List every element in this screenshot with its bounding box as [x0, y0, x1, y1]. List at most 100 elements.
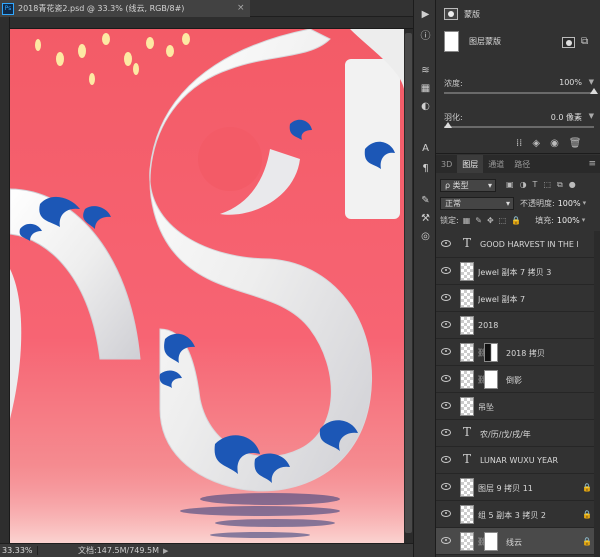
layer-thumbnail[interactable]: [460, 397, 474, 416]
filter-toggle-icon[interactable]: ●: [569, 180, 576, 190]
visibility-eye-icon[interactable]: [441, 429, 451, 436]
filter-pixel-icon[interactable]: ▣: [506, 180, 514, 190]
layer-thumbnail[interactable]: [460, 316, 474, 335]
layer-thumbnail[interactable]: [460, 343, 474, 362]
visibility-eye-icon[interactable]: [441, 267, 451, 274]
lock-row: 锁定: ▦ ✎ ✥ ⬚ 🔒 填充: 100% ▾: [440, 213, 598, 227]
layer-row[interactable]: Jewel 副本 7 拷贝 3: [436, 258, 600, 285]
visibility-eye-icon[interactable]: [441, 240, 451, 247]
zoom-level[interactable]: 33.33%: [0, 546, 38, 555]
adjust-icon[interactable]: ◐: [417, 98, 434, 115]
layer-row[interactable]: 图层 9 拷贝 11 🔒: [436, 474, 600, 501]
feather-value[interactable]: 0.0 像素: [551, 112, 582, 123]
layer-thumbnail[interactable]: [460, 532, 474, 551]
document-tab[interactable]: Ps 2018青花瓷2.psd @ 33.3% (线云, RGB/8#) ×: [0, 0, 250, 17]
paragraph-icon[interactable]: ¶: [417, 160, 434, 177]
toggle-mask-icon[interactable]: ◉: [550, 138, 559, 149]
text-icon[interactable]: A: [417, 140, 434, 157]
tab-3[interactable]: 路径: [509, 155, 535, 173]
density-slider-knob[interactable]: [590, 88, 598, 94]
visibility-eye-icon[interactable]: [441, 537, 451, 544]
lock-transparent-icon[interactable]: ▦: [463, 216, 471, 225]
brush-icon[interactable]: ✎: [417, 192, 434, 209]
visibility-eye-icon[interactable]: [441, 294, 451, 301]
layer-thumbnail[interactable]: [460, 478, 474, 497]
layer-mask-thumbnail[interactable]: [484, 370, 498, 389]
layers-panel-tabs: 3D 图层 通道 路径: [436, 155, 600, 173]
layer-row[interactable]: T 农/历/戊/戌/年: [436, 420, 600, 447]
status-menu-arrow-icon[interactable]: ▶: [163, 547, 168, 555]
opacity-value[interactable]: 100%: [558, 199, 581, 208]
porcelain-fragment-left: [10, 188, 141, 419]
density-dropdown-icon[interactable]: ▼: [589, 78, 594, 86]
tab-1[interactable]: 图层: [457, 155, 484, 173]
3d-icon[interactable]: ◎: [417, 228, 434, 245]
filter-text-icon[interactable]: T: [533, 180, 538, 190]
close-tab-icon[interactable]: ×: [237, 3, 245, 13]
lock-artboard-icon[interactable]: ⬚: [499, 216, 507, 225]
apply-mask-icon[interactable]: ◈: [532, 138, 540, 149]
feather-dropdown-icon[interactable]: ▼: [589, 112, 594, 120]
layer-row[interactable]: ⛓ 倒影: [436, 366, 600, 393]
filter-adjustment-icon[interactable]: ◑: [520, 180, 527, 190]
tab-2[interactable]: 通道: [483, 155, 509, 173]
tab-0[interactable]: 3D: [436, 155, 457, 173]
canvas-vertical-scrollbar[interactable]: [404, 29, 413, 543]
density-track[interactable]: [444, 92, 594, 94]
visibility-eye-icon[interactable]: [441, 510, 451, 517]
blend-mode-select[interactable]: 正常 ▾: [440, 196, 514, 210]
canvas[interactable]: [10, 29, 404, 543]
density-value[interactable]: 100%: [559, 78, 582, 87]
feather-slider-knob[interactable]: [444, 122, 452, 128]
layer-name: Jewel 副本 7: [478, 295, 526, 304]
layer-mask-thumbnail[interactable]: [484, 343, 498, 362]
vertical-ruler: [0, 17, 10, 545]
layer-name: 2018: [478, 321, 499, 330]
visibility-eye-icon[interactable]: [441, 456, 451, 463]
layer-thumbnail[interactable]: [460, 289, 474, 308]
mask-thumbnail[interactable]: [444, 31, 459, 52]
status-bar: 33.33% 文档:147.5M/749.5M ▶: [0, 543, 413, 557]
visibility-eye-icon[interactable]: [441, 483, 451, 490]
layer-row[interactable]: T GOOD HARVEST IN THE F...: [436, 231, 600, 258]
swatches-icon[interactable]: ▦: [417, 80, 434, 97]
layer-thumbnail[interactable]: [460, 370, 474, 389]
layer-row[interactable]: ⛓ 2018 拷贝: [436, 339, 600, 366]
load-selection-icon[interactable]: ⁞⁞: [516, 138, 522, 149]
layers-icon[interactable]: ≋: [417, 62, 434, 79]
visibility-eye-icon[interactable]: [441, 348, 451, 355]
blend-mode-value: 正常: [445, 198, 461, 208]
play-icon[interactable]: ▶: [417, 6, 434, 23]
lock-position-icon[interactable]: ✥: [487, 216, 494, 225]
layer-row[interactable]: T LUNAR WUXU YEAR: [436, 447, 600, 474]
fill-value[interactable]: 100%: [557, 216, 580, 225]
layer-row[interactable]: ⛓ 线云 🔒: [436, 528, 600, 555]
delete-mask-icon[interactable]: 🗑: [569, 138, 582, 149]
layer-mask-thumbnail[interactable]: [484, 532, 498, 551]
clone-icon[interactable]: ⚒: [417, 210, 434, 227]
fill-dropdown-icon[interactable]: ▾: [582, 216, 586, 224]
opacity-dropdown-icon[interactable]: ▾: [583, 199, 587, 207]
lock-icon: 🔒: [582, 483, 592, 492]
lock-all-icon[interactable]: 🔒: [511, 216, 521, 225]
info-icon[interactable]: ⓘ: [417, 26, 434, 43]
panel-menu-icon[interactable]: ≡: [588, 159, 596, 169]
lock-image-icon[interactable]: ✎: [475, 216, 482, 225]
layer-row[interactable]: 组 5 副本 3 拷贝 2 🔒: [436, 501, 600, 528]
filter-shape-icon[interactable]: ⬚: [543, 180, 551, 190]
visibility-eye-icon[interactable]: [441, 321, 451, 328]
layers-scrollbar[interactable]: [594, 231, 600, 557]
filter-kind-select[interactable]: ρ 类型 ▾: [440, 178, 496, 192]
layer-row[interactable]: 2018: [436, 312, 600, 339]
visibility-eye-icon[interactable]: [441, 375, 451, 382]
feather-track[interactable]: [444, 126, 594, 128]
scroll-thumb[interactable]: [405, 33, 412, 533]
add-vector-mask-icon[interactable]: ⧉: [581, 36, 588, 47]
layer-thumbnail[interactable]: [460, 262, 474, 281]
layer-thumbnail[interactable]: [460, 505, 474, 524]
layer-row[interactable]: 吊坠: [436, 393, 600, 420]
select-pixel-mask-button[interactable]: [562, 37, 575, 48]
filter-smart-icon[interactable]: ⧉: [557, 180, 563, 190]
layer-row[interactable]: Jewel 副本 7: [436, 285, 600, 312]
visibility-eye-icon[interactable]: [441, 402, 451, 409]
